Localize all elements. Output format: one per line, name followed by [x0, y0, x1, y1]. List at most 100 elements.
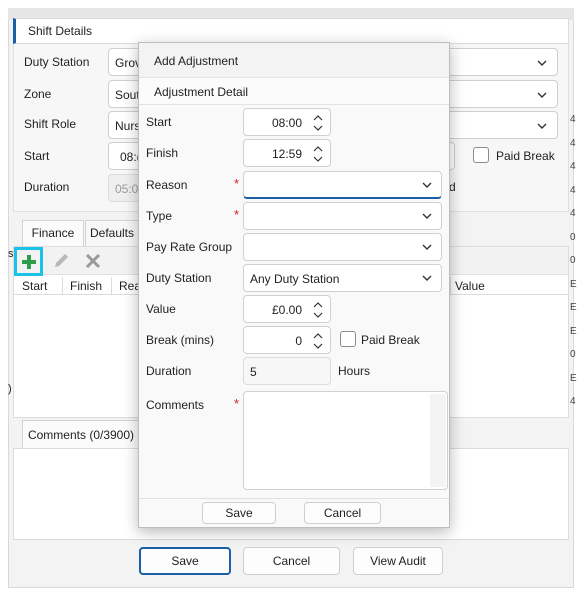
comments-label: Comments — [146, 398, 205, 412]
right-edge-char: E — [570, 278, 577, 290]
dialog-footer-divider — [139, 498, 449, 499]
right-edge-char: 4 — [570, 184, 576, 196]
dialog-cancel-button[interactable]: Cancel — [304, 502, 381, 524]
chevron-down-icon — [422, 244, 432, 250]
tab-defaults-label: Defaults — [89, 226, 135, 240]
dialog-title: Add Adjustment — [154, 54, 239, 68]
spinner-arrows-icon[interactable] — [312, 144, 324, 164]
adjustment-detail-header: Adjustment Detail — [139, 77, 449, 105]
type-required-marker: * — [234, 207, 240, 222]
right-edge-char: 4 — [570, 396, 576, 407]
bg-paid-break-label: Paid Break — [496, 149, 555, 163]
tab-finance-label: Finance — [31, 226, 75, 240]
right-edge-char: 4 — [570, 208, 576, 219]
dialog-save-label: Save — [225, 506, 253, 520]
pencil-icon — [55, 254, 68, 267]
value-amount: £0.00 — [271, 303, 302, 317]
grid-col-divider — [111, 277, 112, 294]
right-edge-char: 0 — [570, 231, 576, 243]
right-edge-char: 0 — [570, 349, 576, 360]
duration-unit: Hours — [338, 364, 371, 378]
save-button[interactable]: Save — [139, 547, 231, 575]
bg-shift-role-label: Shift Role — [24, 117, 77, 131]
bg-duration-value: 05:0 — [115, 182, 139, 196]
chevron-down-icon — [422, 182, 432, 188]
duration-value: 5 — [250, 365, 257, 379]
paid-break-checkbox[interactable] — [340, 331, 356, 347]
delete-button[interactable] — [84, 252, 102, 270]
right-edge-char: E — [570, 302, 577, 313]
tab-comments[interactable]: Comments (0/3900) — [22, 420, 140, 448]
type-combo[interactable] — [243, 202, 442, 230]
grid-col-finish[interactable]: Finish — [70, 277, 102, 295]
spinner-arrows-icon[interactable] — [312, 300, 324, 320]
right-edge-char: 4 — [570, 161, 576, 172]
view-audit-button-label: View Audit — [370, 554, 426, 568]
finish-label: Finish — [146, 146, 179, 160]
bg-zone-value: Sout — [115, 88, 140, 102]
duty-station-label: Duty Station — [146, 271, 212, 285]
duty-station-value: Any Duty Station — [250, 272, 340, 286]
add-button[interactable] — [14, 247, 43, 276]
break-mins-value: 0 — [295, 334, 302, 348]
dialog-cancel-label: Cancel — [323, 506, 362, 520]
adjustment-detail-title: Adjustment Detail — [154, 85, 249, 99]
chevron-down-icon — [537, 123, 547, 129]
spinner-arrows-icon[interactable] — [312, 113, 324, 133]
value-label: Value — [146, 302, 176, 316]
bg-paid-break-checkbox[interactable] — [473, 147, 489, 163]
grid-col-value[interactable]: Value — [455, 277, 485, 295]
grid-col-start[interactable]: Start — [22, 277, 47, 295]
right-edge-column: 4 4 4 4 4 0 0 E E E 0 E 4 — [570, 108, 582, 414]
spinner-arrows-icon[interactable] — [312, 331, 324, 351]
bg-duration-label: Duration — [24, 180, 70, 194]
grid-col-divider — [62, 277, 63, 294]
save-button-label: Save — [171, 554, 199, 568]
cancel-button[interactable]: Cancel — [243, 547, 340, 575]
bg-duty-station-label: Duty Station — [24, 55, 90, 69]
reason-label: Reason — [146, 178, 188, 192]
shift-details-title: Shift Details — [28, 24, 93, 38]
right-edge-char: E — [570, 325, 577, 337]
finish-time-value: 12:59 — [271, 147, 302, 161]
pay-rate-group-label: Pay Rate Group — [146, 240, 233, 254]
reason-combo[interactable] — [243, 171, 442, 199]
break-mins-spinner[interactable]: 0 — [243, 326, 331, 354]
chevron-down-icon — [422, 213, 432, 219]
bg-duration-suffix: d — [449, 180, 456, 194]
right-edge-char: E — [570, 372, 577, 384]
bg-start-label: Start — [24, 149, 50, 163]
type-label: Type — [146, 209, 173, 223]
value-spinner[interactable]: £0.00 — [243, 295, 331, 323]
shift-details-header: Shift Details — [13, 18, 569, 44]
view-audit-button[interactable]: View Audit — [353, 547, 443, 575]
tab-defaults[interactable]: Defaults — [85, 220, 139, 246]
bg-zone-label: Zone — [24, 87, 52, 101]
comments-scrollbar[interactable] — [430, 394, 446, 487]
start-label: Start — [146, 115, 172, 129]
chevron-down-icon — [537, 92, 547, 98]
right-edge-char: 0 — [570, 255, 576, 266]
break-mins-label: Break (mins) — [146, 333, 215, 347]
reason-required-marker: * — [234, 176, 240, 191]
edit-button[interactable] — [51, 251, 71, 271]
close-icon — [85, 253, 101, 269]
right-edge-char: 4 — [570, 114, 576, 125]
dialog-title-bar[interactable]: Add Adjustment — [139, 43, 449, 77]
pay-rate-group-combo[interactable] — [243, 233, 442, 261]
comments-required-marker: * — [234, 396, 240, 411]
start-time-spinner[interactable]: 08:00 — [243, 108, 331, 136]
cancel-button-label: Cancel — [272, 554, 311, 568]
right-edge-char: 4 — [570, 137, 576, 149]
dialog-save-button[interactable]: Save — [202, 502, 276, 524]
tab-comments-label: Comments (0/3900) — [27, 428, 135, 442]
duty-station-combo[interactable]: Any Duty Station — [243, 264, 442, 292]
finish-time-spinner[interactable]: 12:59 — [243, 139, 331, 167]
grid-col-divider — [450, 277, 451, 294]
tab-finance[interactable]: Finance — [22, 220, 84, 246]
chevron-down-icon — [537, 60, 547, 66]
comments-textarea[interactable] — [243, 391, 448, 490]
duration-field: 5 — [243, 357, 331, 385]
bg-shift-role-value: Nurs — [115, 119, 141, 133]
plus-icon — [22, 255, 36, 269]
